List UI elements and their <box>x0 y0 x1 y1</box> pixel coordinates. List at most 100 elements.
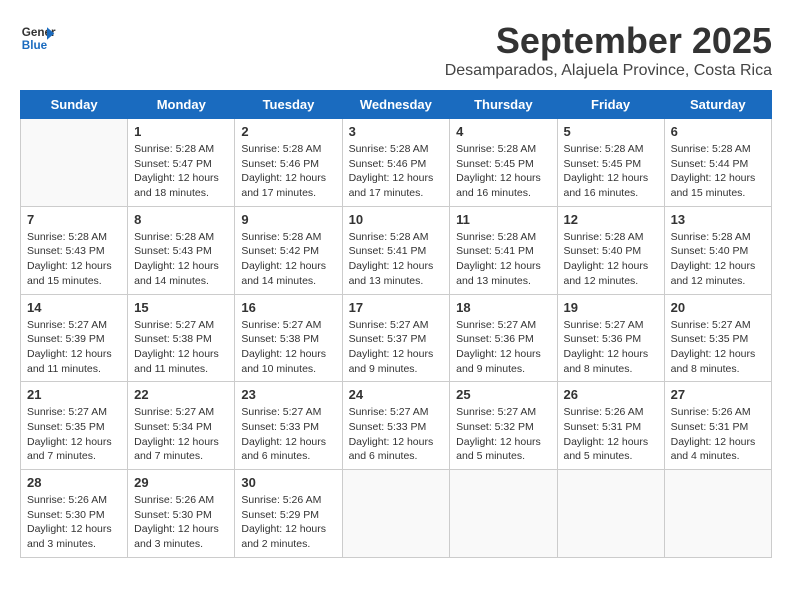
day-number: 20 <box>671 300 765 315</box>
day-info: Sunrise: 5:28 AM Sunset: 5:45 PM Dayligh… <box>456 142 550 201</box>
title-block: September 2025 Desamparados, Alajuela Pr… <box>445 20 772 80</box>
calendar-week-1: 1 Sunrise: 5:28 AM Sunset: 5:47 PM Daylig… <box>21 119 772 207</box>
column-header-wednesday: Wednesday <box>342 91 450 119</box>
calendar-cell: 4 Sunrise: 5:28 AM Sunset: 5:45 PM Daylig… <box>450 119 557 207</box>
calendar-cell: 3Sunrise: 5:28 AM Sunset: 5:46 PM Daylig… <box>342 119 450 207</box>
day-info: Sunrise: 5:28 AM Sunset: 5:44 PM Dayligh… <box>671 142 765 201</box>
calendar-cell: 21 Sunrise: 5:27 AM Sunset: 5:35 PM Dayli… <box>21 382 128 470</box>
day-info: Sunrise: 5:26 AM Sunset: 5:31 PM Dayligh… <box>564 405 658 464</box>
calendar-cell: 18 Sunrise: 5:27 AM Sunset: 5:36 PM Dayli… <box>450 294 557 382</box>
column-header-sunday: Sunday <box>21 91 128 119</box>
day-number: 10 <box>349 212 444 227</box>
day-info: Sunrise: 5:26 AM Sunset: 5:31 PM Dayligh… <box>671 405 765 464</box>
day-info: Sunrise: 5:28 AM Sunset: 5:41 PM Dayligh… <box>349 230 444 289</box>
day-number: 18 <box>456 300 550 315</box>
day-info: Sunrise: 5:28 AM Sunset: 5:46 PM Dayligh… <box>241 142 335 201</box>
day-info: Sunrise: 5:27 AM Sunset: 5:36 PM Dayligh… <box>564 318 658 377</box>
calendar-cell: 20Sunrise: 5:27 AM Sunset: 5:35 PM Dayli… <box>664 294 771 382</box>
column-header-saturday: Saturday <box>664 91 771 119</box>
calendar-cell <box>664 470 771 558</box>
day-number: 2 <box>241 124 335 139</box>
day-info: Sunrise: 5:28 AM Sunset: 5:47 PM Dayligh… <box>134 142 228 201</box>
day-number: 25 <box>456 387 550 402</box>
day-info: Sunrise: 5:27 AM Sunset: 5:37 PM Dayligh… <box>349 318 444 377</box>
day-number: 6 <box>671 124 765 139</box>
calendar-cell: 2 Sunrise: 5:28 AM Sunset: 5:46 PM Daylig… <box>235 119 342 207</box>
day-number: 12 <box>564 212 658 227</box>
calendar-cell: 22 Sunrise: 5:27 AM Sunset: 5:34 PM Dayli… <box>128 382 235 470</box>
calendar-cell: 14 Sunrise: 5:27 AM Sunset: 5:39 PM Dayli… <box>21 294 128 382</box>
day-number: 27 <box>671 387 765 402</box>
day-number: 30 <box>241 475 335 490</box>
calendar-cell: 15Sunrise: 5:27 AM Sunset: 5:38 PM Dayli… <box>128 294 235 382</box>
day-info: Sunrise: 5:28 AM Sunset: 5:40 PM Dayligh… <box>564 230 658 289</box>
column-header-monday: Monday <box>128 91 235 119</box>
day-number: 13 <box>671 212 765 227</box>
day-number: 21 <box>27 387 121 402</box>
calendar-cell: 27 Sunrise: 5:26 AM Sunset: 5:31 PM Dayli… <box>664 382 771 470</box>
calendar-cell <box>21 119 128 207</box>
day-number: 26 <box>564 387 658 402</box>
calendar-week-5: 28 Sunrise: 5:26 AM Sunset: 5:30 PM Dayli… <box>21 470 772 558</box>
calendar-cell: 6 Sunrise: 5:28 AM Sunset: 5:44 PM Daylig… <box>664 119 771 207</box>
day-number: 7 <box>27 212 121 227</box>
calendar-cell: 11Sunrise: 5:28 AM Sunset: 5:41 PM Dayli… <box>450 206 557 294</box>
calendar-cell <box>557 470 664 558</box>
day-info: Sunrise: 5:27 AM Sunset: 5:34 PM Dayligh… <box>134 405 228 464</box>
day-info: Sunrise: 5:28 AM Sunset: 5:45 PM Dayligh… <box>564 142 658 201</box>
column-header-tuesday: Tuesday <box>235 91 342 119</box>
day-number: 29 <box>134 475 228 490</box>
day-number: 14 <box>27 300 121 315</box>
day-info: Sunrise: 5:26 AM Sunset: 5:30 PM Dayligh… <box>27 493 121 552</box>
day-info: Sunrise: 5:26 AM Sunset: 5:29 PM Dayligh… <box>241 493 335 552</box>
location: Desamparados, Alajuela Province, Costa R… <box>445 62 772 80</box>
calendar-cell: 28 Sunrise: 5:26 AM Sunset: 5:30 PM Dayli… <box>21 470 128 558</box>
calendar-cell: 8 Sunrise: 5:28 AM Sunset: 5:43 PM Daylig… <box>128 206 235 294</box>
calendar-cell: 16Sunrise: 5:27 AM Sunset: 5:38 PM Dayli… <box>235 294 342 382</box>
calendar-cell: 9Sunrise: 5:28 AM Sunset: 5:42 PM Daylig… <box>235 206 342 294</box>
calendar-cell: 7 Sunrise: 5:28 AM Sunset: 5:43 PM Daylig… <box>21 206 128 294</box>
day-number: 17 <box>349 300 444 315</box>
calendar-cell: 30 Sunrise: 5:26 AM Sunset: 5:29 PM Dayli… <box>235 470 342 558</box>
calendar-cell: 25Sunrise: 5:27 AM Sunset: 5:32 PM Dayli… <box>450 382 557 470</box>
day-info: Sunrise: 5:28 AM Sunset: 5:40 PM Dayligh… <box>671 230 765 289</box>
day-number: 1 <box>134 124 228 139</box>
day-info: Sunrise: 5:27 AM Sunset: 5:39 PM Dayligh… <box>27 318 121 377</box>
day-info: Sunrise: 5:27 AM Sunset: 5:35 PM Dayligh… <box>27 405 121 464</box>
day-info: Sunrise: 5:27 AM Sunset: 5:36 PM Dayligh… <box>456 318 550 377</box>
column-header-friday: Friday <box>557 91 664 119</box>
day-number: 28 <box>27 475 121 490</box>
day-number: 23 <box>241 387 335 402</box>
calendar-cell: 1 Sunrise: 5:28 AM Sunset: 5:47 PM Daylig… <box>128 119 235 207</box>
calendar-week-3: 14 Sunrise: 5:27 AM Sunset: 5:39 PM Dayli… <box>21 294 772 382</box>
column-header-thursday: Thursday <box>450 91 557 119</box>
day-number: 19 <box>564 300 658 315</box>
day-number: 4 <box>456 124 550 139</box>
calendar-cell <box>450 470 557 558</box>
calendar-cell: 26 Sunrise: 5:26 AM Sunset: 5:31 PM Dayli… <box>557 382 664 470</box>
calendar-header-row: SundayMondayTuesdayWednesdayThursdayFrid… <box>21 91 772 119</box>
day-info: Sunrise: 5:27 AM Sunset: 5:33 PM Dayligh… <box>349 405 444 464</box>
calendar-week-2: 7 Sunrise: 5:28 AM Sunset: 5:43 PM Daylig… <box>21 206 772 294</box>
logo-icon: General Blue <box>20 20 56 56</box>
day-number: 22 <box>134 387 228 402</box>
day-number: 5 <box>564 124 658 139</box>
day-number: 3 <box>349 124 444 139</box>
calendar-cell: 5 Sunrise: 5:28 AM Sunset: 5:45 PM Daylig… <box>557 119 664 207</box>
day-number: 24 <box>349 387 444 402</box>
calendar-cell: 29 Sunrise: 5:26 AM Sunset: 5:30 PM Dayli… <box>128 470 235 558</box>
day-info: Sunrise: 5:27 AM Sunset: 5:33 PM Dayligh… <box>241 405 335 464</box>
calendar-cell <box>342 470 450 558</box>
calendar-week-4: 21 Sunrise: 5:27 AM Sunset: 5:35 PM Dayli… <box>21 382 772 470</box>
month-title: September 2025 <box>445 20 772 62</box>
day-info: Sunrise: 5:27 AM Sunset: 5:38 PM Dayligh… <box>134 318 228 377</box>
day-info: Sunrise: 5:26 AM Sunset: 5:30 PM Dayligh… <box>134 493 228 552</box>
day-info: Sunrise: 5:28 AM Sunset: 5:43 PM Dayligh… <box>134 230 228 289</box>
day-number: 8 <box>134 212 228 227</box>
calendar-cell: 17 Sunrise: 5:27 AM Sunset: 5:37 PM Dayli… <box>342 294 450 382</box>
day-number: 11 <box>456 212 550 227</box>
calendar-cell: 19 Sunrise: 5:27 AM Sunset: 5:36 PM Dayli… <box>557 294 664 382</box>
calendar-cell: 13 Sunrise: 5:28 AM Sunset: 5:40 PM Dayli… <box>664 206 771 294</box>
calendar-cell: 12 Sunrise: 5:28 AM Sunset: 5:40 PM Dayli… <box>557 206 664 294</box>
day-info: Sunrise: 5:28 AM Sunset: 5:43 PM Dayligh… <box>27 230 121 289</box>
